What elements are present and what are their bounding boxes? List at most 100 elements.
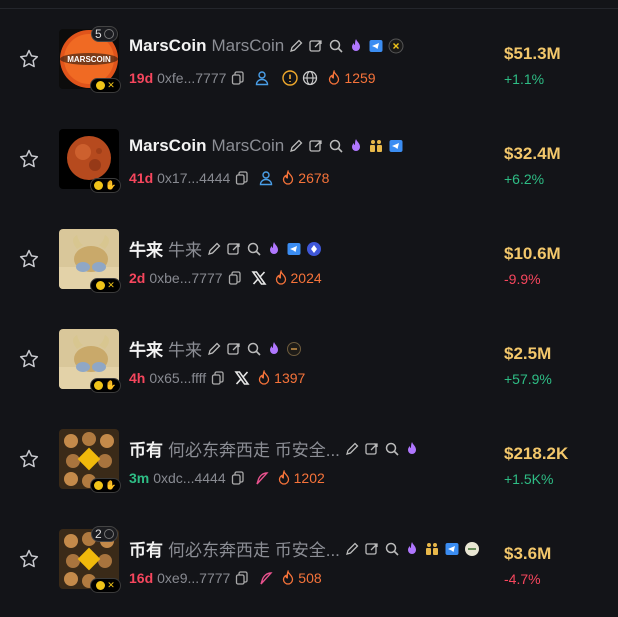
copy-icon[interactable] (234, 170, 250, 186)
star-icon[interactable] (18, 548, 40, 570)
edit-icon[interactable] (344, 541, 360, 557)
token-avatar[interactable]: 2 ✕ (59, 526, 121, 593)
price-change: +6.2% (504, 171, 545, 187)
share-icon[interactable] (308, 138, 324, 154)
ring-icon (103, 529, 114, 539)
share-icon[interactable] (226, 341, 242, 357)
token-row[interactable]: MARSCOIN 5 ✕ MarsCoin MarsCoin 19d 0xfe.… (0, 9, 618, 109)
star-icon[interactable] (18, 248, 40, 270)
token-avatar[interactable]: MARSCOIN 5 ✕ (59, 26, 121, 93)
holder-count: 508 (298, 570, 322, 586)
holder-count: 1259 (344, 70, 376, 86)
price-change: +1.1% (504, 71, 545, 87)
star-icon[interactable] (18, 448, 40, 470)
hand-icon: ✋ (105, 380, 117, 390)
token-name: MarsCoin (211, 36, 285, 55)
globe-icon[interactable] (302, 70, 318, 86)
share-icon[interactable] (226, 241, 242, 257)
x-circle-icon[interactable] (388, 38, 404, 54)
token-avatar[interactable]: ✋ (59, 429, 121, 493)
user-icon[interactable] (258, 170, 274, 186)
star-icon[interactable] (18, 48, 40, 70)
market-cap: $10.6M (504, 244, 561, 263)
coin-icon (94, 181, 104, 190)
edit-icon[interactable] (288, 138, 304, 154)
contract-address: 0x65...ffff (149, 370, 207, 386)
edit-icon[interactable] (206, 341, 222, 357)
copy-icon[interactable] (230, 470, 246, 486)
contract-address: 0xfe...7777 (157, 70, 227, 86)
sun-icon[interactable] (286, 341, 302, 357)
token-avatar[interactable]: ✕ (59, 229, 121, 293)
star-icon[interactable] (18, 348, 40, 370)
feather-icon[interactable] (254, 470, 270, 486)
user-icon[interactable] (254, 70, 270, 86)
contract-address: 0x17...4444 (157, 170, 231, 186)
copy-icon[interactable] (230, 70, 246, 86)
copy-icon[interactable] (210, 370, 226, 386)
telegram-icon[interactable] (388, 138, 404, 154)
telegram-icon[interactable] (444, 541, 460, 557)
token-age: 4h (129, 370, 146, 386)
telegram-icon[interactable] (368, 38, 384, 54)
fire-icon (404, 541, 420, 557)
platform-circle-icon[interactable] (306, 241, 322, 257)
feather-icon[interactable] (258, 570, 274, 586)
token-row[interactable]: ✋ MarsCoin MarsCoin 41d 0x17...4444 2678… (0, 109, 618, 209)
token-name: 牛来 (168, 241, 202, 260)
hand-icon: ✋ (105, 480, 117, 490)
token-row[interactable]: 2 ✕ 币有 何必东奔西走 币安全... 16d 0xe9...7777 508… (0, 509, 618, 609)
search-icon[interactable] (328, 138, 344, 154)
platform-circle-icon[interactable] (464, 541, 480, 557)
x-twitter-icon[interactable] (234, 370, 250, 386)
contract-address: 0xdc...4444 (153, 470, 226, 486)
copy-icon[interactable] (234, 570, 250, 586)
contract-address: 0xbe...7777 (149, 270, 223, 286)
platform-badge: ✋ (90, 178, 121, 193)
search-icon[interactable] (328, 38, 344, 54)
fire-icon (404, 441, 420, 457)
edit-icon[interactable] (344, 441, 360, 457)
coin-icon (94, 381, 104, 390)
star-icon[interactable] (18, 148, 40, 170)
coin-icon (96, 281, 106, 290)
token-avatar[interactable]: ✋ (59, 329, 121, 393)
token-name: 何必东奔西走 币安全... (168, 541, 340, 560)
token-symbol: 牛来 (129, 341, 163, 360)
market-cap: $51.3M (504, 44, 561, 63)
token-row[interactable]: ✕ 牛来 牛来 2d 0xbe...7777 2024 $10.6M -9.9% (0, 209, 618, 309)
token-age: 2d (129, 270, 146, 286)
share-icon[interactable] (308, 38, 324, 54)
token-age: 16d (129, 570, 154, 586)
contract-address: 0xe9...7777 (157, 570, 231, 586)
price-change: +1.5K% (504, 471, 554, 487)
token-row[interactable]: ✋ 牛来 牛来 4h 0x65...ffff 1397 $2.5M +57.9% (0, 309, 618, 409)
holder-count: 2024 (290, 270, 322, 286)
share-icon[interactable] (364, 441, 380, 457)
token-avatar[interactable]: ✋ (59, 129, 121, 193)
edit-icon[interactable] (206, 241, 222, 257)
token-row[interactable]: ✋ 币有 何必东奔西走 币安全... 3m 0xdc...4444 1202 $… (0, 409, 618, 509)
holders-flame-icon (280, 170, 296, 186)
holder-count: 1397 (274, 370, 306, 386)
fire-icon (348, 138, 364, 154)
search-icon[interactable] (246, 341, 262, 357)
platform-badge: ✕ (90, 278, 121, 293)
search-icon[interactable] (384, 441, 400, 457)
search-icon[interactable] (246, 241, 262, 257)
search-icon[interactable] (384, 541, 400, 557)
share-icon[interactable] (364, 541, 380, 557)
holders-flame-icon (276, 470, 292, 486)
platform-badge: ✕ (90, 78, 121, 93)
price-change: -4.7% (504, 571, 541, 587)
team-icon (424, 541, 440, 557)
token-name: 牛来 (168, 341, 202, 360)
edit-icon[interactable] (288, 38, 304, 54)
platform-badge: ✋ (90, 478, 121, 493)
telegram-icon[interactable] (286, 241, 302, 257)
x-twitter-icon[interactable] (250, 270, 267, 286)
copy-icon[interactable] (227, 270, 243, 286)
token-name: MarsCoin (211, 136, 285, 155)
market-cap: $2.5M (504, 344, 552, 363)
holders-flame-icon (273, 270, 289, 286)
